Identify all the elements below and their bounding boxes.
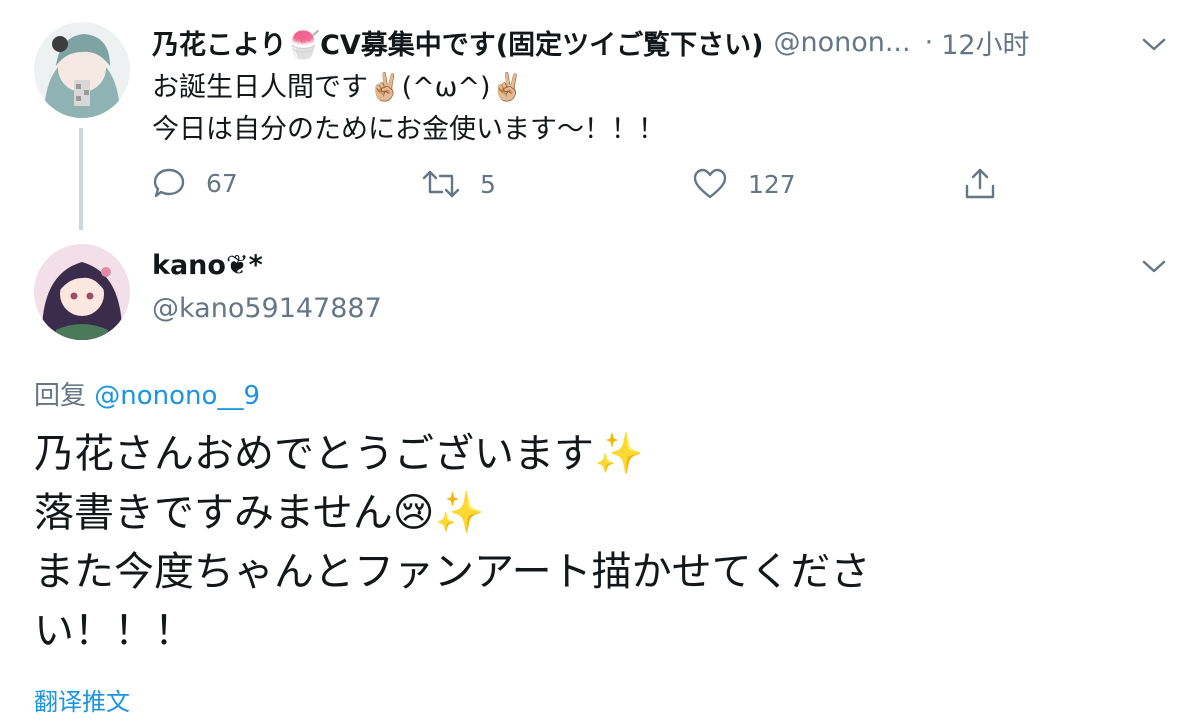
share-icon	[965, 168, 995, 199]
retweet-icon	[422, 170, 460, 198]
reply-display-name[interactable]: kano❦*	[152, 250, 263, 281]
parent-text-line-1: お誕生日人間です✌🏼(^ω^)✌🏼	[152, 72, 525, 103]
parent-tweet-text: お誕生日人間です✌🏼(^ω^)✌🏼 今日は自分のためにお金使います〜！！！	[152, 67, 665, 151]
parent-avatar[interactable]	[34, 22, 130, 118]
thread-line	[79, 128, 83, 230]
replying-label: 回复	[34, 381, 87, 411]
like-count: 127	[748, 169, 796, 199]
avatar-illustration	[34, 244, 130, 340]
reply-handle[interactable]: @kano59147887	[152, 293, 382, 324]
reply-text-line-4: い！！！	[34, 608, 194, 654]
parent-tweet-header: 乃花こより🍧CV募集中です(固定ツイご覧下さい) @nonon... · 12小…	[152, 22, 1030, 62]
reply-tweet-text: 乃花さんおめでとうございます✨ 落書きですみません😢✨ また今度ちゃんとファンア…	[34, 425, 1184, 661]
avatar-illustration	[34, 22, 130, 118]
retweet-action[interactable]: 5	[422, 168, 496, 200]
like-icon	[693, 168, 727, 199]
parent-text-line-2: 今日は自分のためにお金使います〜！！！	[152, 114, 665, 145]
parent-display-name[interactable]: 乃花こより🍧CV募集中です(固定ツイご覧下さい)	[152, 23, 763, 62]
reply-avatar[interactable]	[34, 244, 130, 340]
reply-action[interactable]: 67	[152, 166, 238, 200]
replying-mention-link[interactable]: @nonono__9	[94, 381, 260, 411]
reply-icon	[153, 168, 185, 198]
reply-more-button[interactable]	[1140, 256, 1168, 280]
reply-text-line-2: 落書きですみません😢✨	[34, 490, 485, 536]
time-separator: ·	[924, 26, 934, 58]
reply-text-line-1: 乃花さんおめでとうございます✨	[34, 431, 644, 477]
replying-to: 回复 @nonono__9	[34, 375, 260, 412]
share-action[interactable]	[962, 166, 1018, 202]
chevron-down-icon	[1142, 38, 1166, 51]
parent-timestamp[interactable]: 12小时	[941, 23, 1029, 62]
reply-text-line-3: また今度ちゃんとファンアート描かせてくださ	[34, 549, 871, 595]
retweet-count: 5	[480, 169, 496, 199]
parent-more-button[interactable]	[1140, 34, 1168, 58]
parent-handle[interactable]: @nonon...	[773, 27, 910, 58]
chevron-down-icon	[1142, 260, 1166, 273]
like-action[interactable]: 127	[692, 168, 796, 200]
translate-tweet-link[interactable]: 翻译推文	[34, 682, 130, 717]
reply-count: 67	[206, 168, 238, 198]
